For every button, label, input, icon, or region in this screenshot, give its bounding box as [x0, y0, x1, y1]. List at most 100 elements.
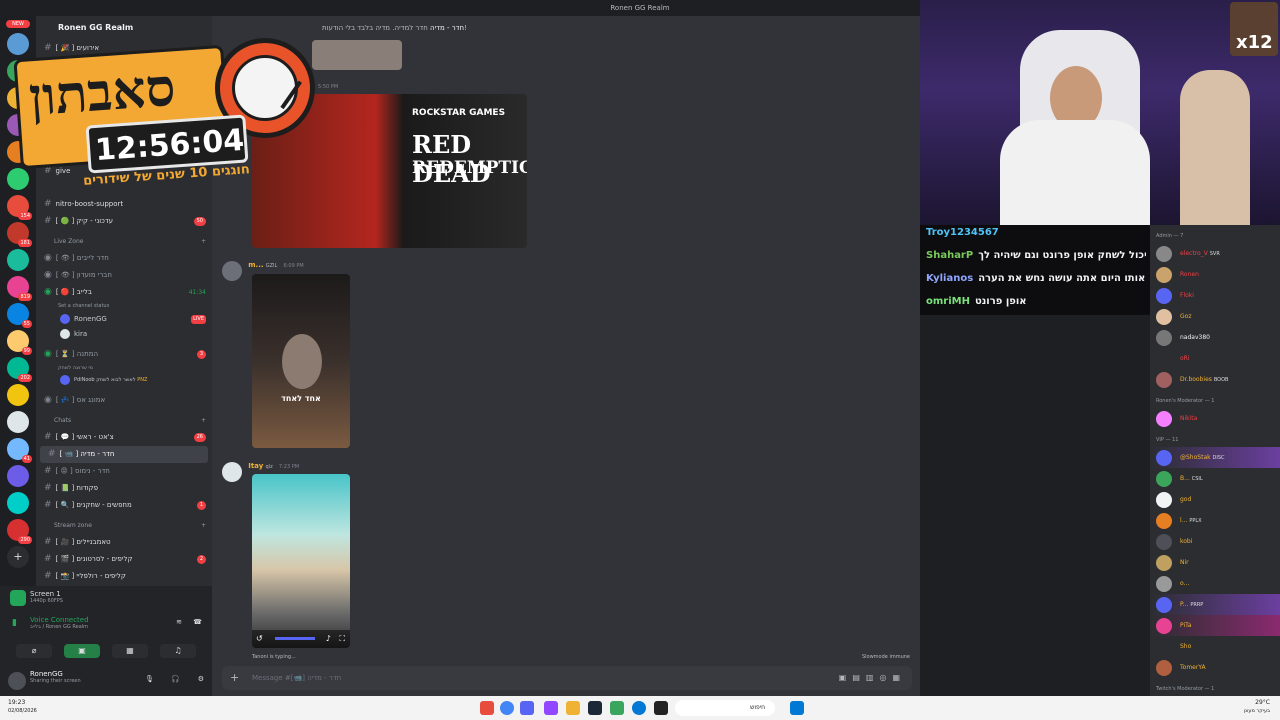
- start-icon[interactable]: [790, 701, 804, 715]
- member-item[interactable]: electro_V SVR: [1150, 243, 1280, 264]
- voice-user[interactable]: RonenGG LIVE: [36, 312, 212, 327]
- server-icon[interactable]: [7, 411, 29, 433]
- user-status: Sharing their screen: [30, 678, 81, 684]
- channel-item[interactable]: #[ 🟢 ] עדכוני - קיק 50: [36, 213, 212, 230]
- member-item[interactable]: Floki: [1150, 285, 1280, 306]
- server-icon[interactable]: 819: [7, 276, 32, 301]
- category-stream-zone[interactable]: Stream zone +: [36, 518, 212, 534]
- voice-channel[interactable]: ◉[ 👁 ] חדר לייבים: [36, 250, 212, 267]
- avatar[interactable]: [222, 462, 242, 482]
- soundboard-button[interactable]: ♫: [160, 644, 196, 658]
- category-live-zone[interactable]: Live Zone +: [36, 234, 212, 250]
- search-box[interactable]: חיפוש: [675, 700, 775, 716]
- screen-share-row[interactable]: Screen 1 1440p 60FPS: [0, 586, 212, 610]
- volume-icon[interactable]: ♪: [326, 634, 331, 643]
- category-chats[interactable]: Chats +: [36, 413, 212, 429]
- member-item[interactable]: Nikita: [1150, 408, 1280, 429]
- video-progress-bar[interactable]: [275, 637, 316, 640]
- member-item[interactable]: B... CSIL: [1150, 468, 1280, 489]
- add-server-icon[interactable]: +: [7, 546, 29, 568]
- multiplier-label: x12: [1236, 32, 1273, 53]
- channel-item[interactable]: #[ 😡 ] חדר - נימוס: [36, 463, 212, 480]
- channel-item[interactable]: #[ 🎥 ] טאמבניילים: [36, 534, 212, 551]
- server-icon[interactable]: [7, 249, 29, 271]
- channel-item[interactable]: #[ 💬 ] צ'אט - ראשי 26: [36, 429, 212, 446]
- server-icon[interactable]: [7, 465, 29, 487]
- fullscreen-icon[interactable]: ⛶: [339, 634, 345, 643]
- member-item[interactable]: @ShoStak DISC: [1150, 447, 1280, 468]
- channel-item[interactable]: #[ 🔍 ] מחפשים - שחקנים 1: [36, 497, 212, 514]
- member-item[interactable]: Nir: [1150, 552, 1280, 573]
- app-icon[interactable]: [544, 701, 558, 715]
- member-item[interactable]: Dr.boobies BOOB: [1150, 369, 1280, 390]
- signal-icon[interactable]: ▮: [12, 618, 17, 628]
- member-item[interactable]: P... PRRP: [1150, 594, 1280, 615]
- voice-channel-live[interactable]: ◉[ 🔴 ] בלייב 41:34: [36, 284, 212, 301]
- avatar[interactable]: [8, 672, 26, 690]
- member-item[interactable]: god: [1150, 489, 1280, 510]
- microphone-icon[interactable]: 🎙: [145, 675, 154, 683]
- browser-icon[interactable]: [500, 701, 514, 715]
- message-author[interactable]: m...: [248, 261, 263, 269]
- channel-item[interactable]: #[ 📗 ] פקודות: [36, 480, 212, 497]
- clock-time[interactable]: 19:23: [8, 699, 25, 706]
- weather-temp[interactable]: 29°C: [1255, 699, 1270, 706]
- add-channel-icon[interactable]: +: [201, 518, 206, 534]
- server-icon[interactable]: 41: [7, 438, 32, 463]
- server-icon[interactable]: [7, 384, 29, 406]
- poster-text-bottom: REDEMPTION: [412, 158, 527, 178]
- server-icon[interactable]: 99: [7, 330, 32, 355]
- obs-icon[interactable]: [654, 701, 668, 715]
- server-icon[interactable]: [7, 492, 29, 514]
- add-channel-icon[interactable]: +: [201, 413, 206, 429]
- add-attachment-icon[interactable]: +: [230, 666, 239, 690]
- discord-icon[interactable]: [520, 701, 534, 715]
- camera-off-button[interactable]: ⌀: [16, 644, 52, 658]
- server-icon[interactable]: 181: [7, 222, 32, 247]
- member-item[interactable]: o...: [1150, 573, 1280, 594]
- voice-user[interactable]: kira: [36, 327, 212, 342]
- disconnect-icon[interactable]: ☎: [193, 618, 202, 626]
- voice-channel[interactable]: ◉[ 👁 ] חברי מועדון: [36, 267, 212, 284]
- server-icon[interactable]: 202: [7, 357, 32, 382]
- app-icon[interactable]: [480, 701, 494, 715]
- video-attachment[interactable]: אחד לאחד: [252, 274, 350, 448]
- message-input[interactable]: + Message #[📹] חדר - מדיה ▣▤▥◎▦: [222, 666, 912, 690]
- gear-icon[interactable]: ⚙: [198, 675, 204, 683]
- member-item[interactable]: Sho: [1150, 636, 1280, 657]
- app-icon[interactable]: [610, 701, 624, 715]
- member-item[interactable]: nadav380: [1150, 327, 1280, 348]
- member-item[interactable]: Ronen: [1150, 264, 1280, 285]
- channel-item[interactable]: #[ 🎬 ] קליפים - לסרטונים 2: [36, 551, 212, 568]
- steam-icon[interactable]: [588, 701, 602, 715]
- voice-channel[interactable]: ◉[ ⏳ ] המתנה 3: [36, 346, 212, 363]
- screen-share-button[interactable]: ▣: [64, 644, 100, 658]
- member-item[interactable]: PiTa: [1150, 615, 1280, 636]
- voice-channel[interactable]: ◉[ 💤 ] אמונג אס: [36, 392, 212, 409]
- headphones-icon[interactable]: 🎧: [171, 675, 180, 683]
- hash-icon: #: [44, 216, 52, 226]
- replay-icon[interactable]: ↺: [256, 634, 263, 643]
- channel-item[interactable]: #[ 📸 ] קליפים - רולפליי: [36, 568, 212, 585]
- channel-status[interactable]: Set a channel status: [36, 301, 212, 312]
- member-item[interactable]: oRi: [1150, 348, 1280, 369]
- voice-user[interactable]: PdiNoob לאשר לבוא לשחק PNZ: [36, 373, 212, 388]
- server-icon[interactable]: 290: [7, 519, 32, 544]
- noise-icon[interactable]: ≋: [176, 618, 182, 626]
- member-item[interactable]: kobi: [1150, 531, 1280, 552]
- avatar[interactable]: [222, 261, 242, 281]
- add-channel-icon[interactable]: +: [201, 234, 206, 250]
- member-item[interactable]: l... PPLX: [1150, 510, 1280, 531]
- voice-location[interactable]: בלייב / Ronen GG Realm: [30, 624, 212, 630]
- server-icon[interactable]: 55: [7, 303, 32, 328]
- edge-icon[interactable]: [632, 701, 646, 715]
- member-item[interactable]: Goz: [1150, 306, 1280, 327]
- member-item[interactable]: TomerYA: [1150, 657, 1280, 678]
- composer-tools[interactable]: ▣▤▥◎▦: [839, 666, 906, 690]
- folder-icon[interactable]: [566, 701, 580, 715]
- video-player[interactable]: ↺ ♪ ⛶: [252, 474, 350, 648]
- channel-item-selected[interactable]: #[ 📹 ] חדר - מדיה: [40, 446, 208, 463]
- message-author[interactable]: Itay: [248, 462, 263, 470]
- clock-date[interactable]: 02/08/2026: [8, 708, 37, 714]
- activities-button[interactable]: ▦: [112, 644, 148, 658]
